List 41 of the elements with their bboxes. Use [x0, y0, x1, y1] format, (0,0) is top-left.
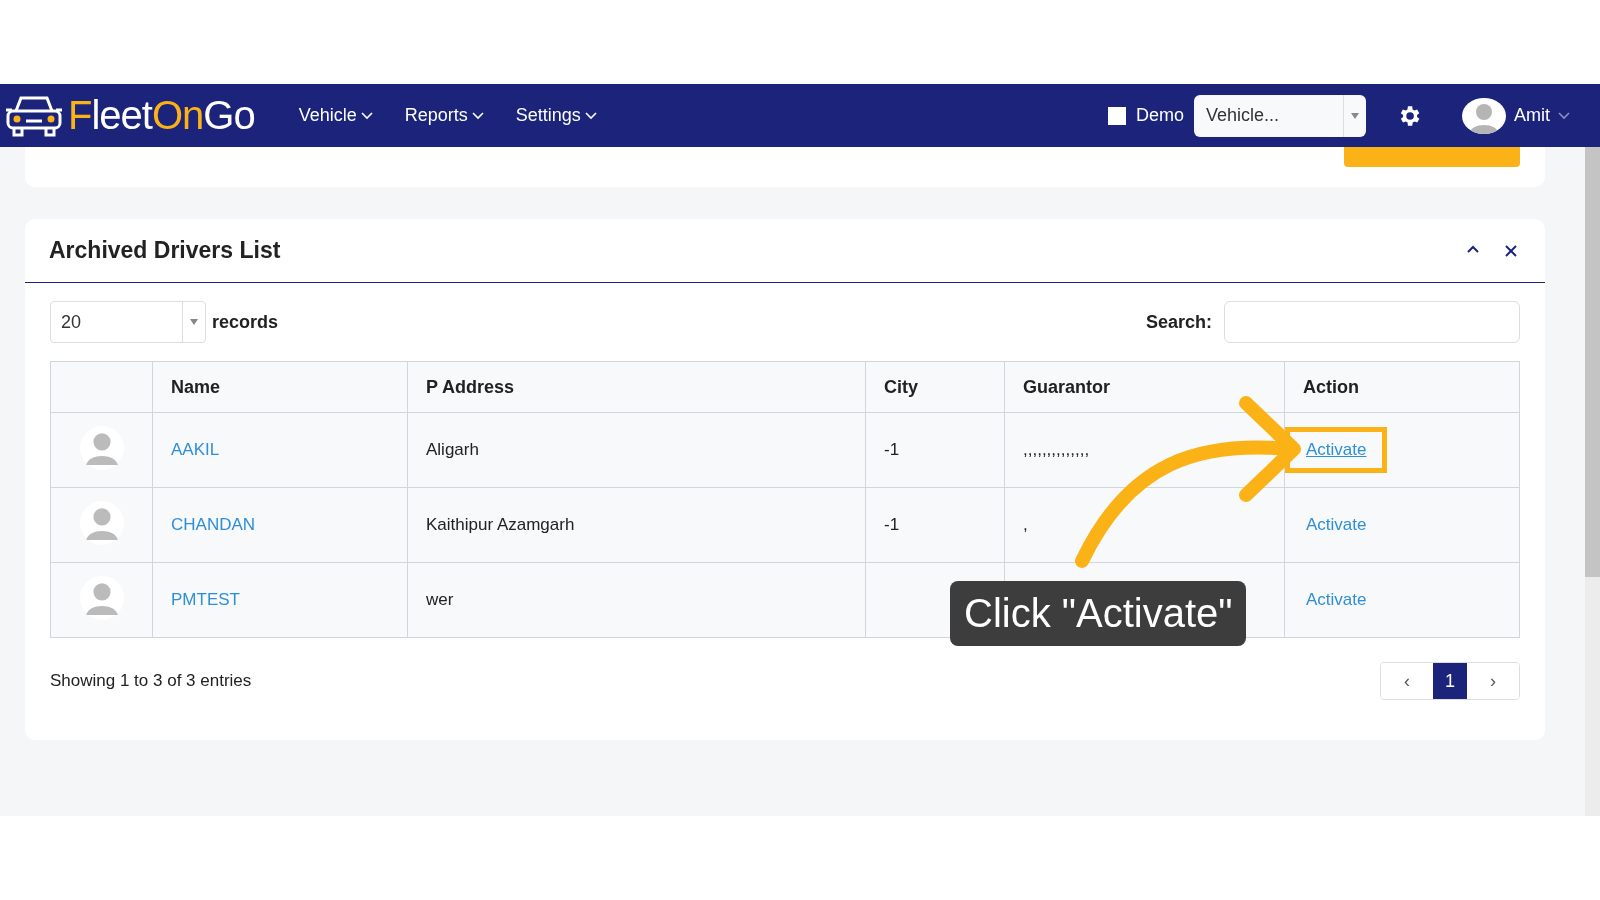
search-field[interactable] — [1224, 301, 1520, 343]
nav-menu-item[interactable]: Vehicle — [298, 105, 373, 126]
column-header: City — [865, 361, 1005, 413]
chevron-down-icon — [1558, 111, 1570, 120]
logo-text: FleetOnGo — [68, 93, 255, 138]
table-cell: -1 — [865, 487, 1005, 563]
nav-menu-item[interactable]: Settings — [515, 105, 597, 126]
column-header: P Address — [407, 361, 866, 413]
page-button[interactable]: 1 — [1433, 663, 1467, 699]
column-header: Name — [152, 361, 408, 413]
user-name[interactable]: Amit — [1514, 105, 1550, 126]
avatar-icon — [79, 500, 124, 545]
caret-icon — [190, 319, 198, 325]
tutorial-tooltip: Click "Activate" — [950, 581, 1247, 646]
page-size-select[interactable]: 20 — [50, 301, 206, 343]
nav-menu-item[interactable]: Reports — [404, 105, 484, 126]
records-label: records — [212, 311, 279, 333]
vehicle-select[interactable]: Vehicle... — [1194, 94, 1366, 137]
chevron-down-icon — [584, 111, 597, 120]
table-cell: Aligarh — [407, 412, 866, 488]
demo-label: Demo — [1136, 105, 1184, 126]
entries-info: Showing 1 to 3 of 3 entries — [50, 671, 252, 691]
chevron-down-icon — [471, 111, 484, 120]
table-cell: Kaithipur Azamgarh — [407, 487, 866, 563]
demo-checkbox[interactable] — [1108, 106, 1126, 125]
close-icon[interactable] — [1505, 244, 1517, 257]
chevron-down-icon — [360, 111, 373, 120]
table-cell: wer — [407, 562, 866, 638]
user-avatar[interactable] — [1462, 97, 1506, 134]
table-cell: , — [1004, 487, 1285, 563]
card-title: Archived Drivers List — [49, 237, 281, 264]
scrollbar[interactable] — [1585, 147, 1600, 816]
table-cell: ,,,,,,,,,,,,,, — [1004, 412, 1285, 488]
avatar-icon — [79, 425, 124, 470]
collapse-icon[interactable] — [1467, 244, 1479, 253]
avatar-icon — [79, 575, 124, 620]
caret-icon — [1351, 112, 1359, 119]
column-header: Guarantor — [1004, 361, 1285, 413]
column-header: Action — [1284, 361, 1520, 413]
table-cell: -1 — [865, 412, 1005, 488]
search-label: Search: — [1145, 311, 1212, 333]
